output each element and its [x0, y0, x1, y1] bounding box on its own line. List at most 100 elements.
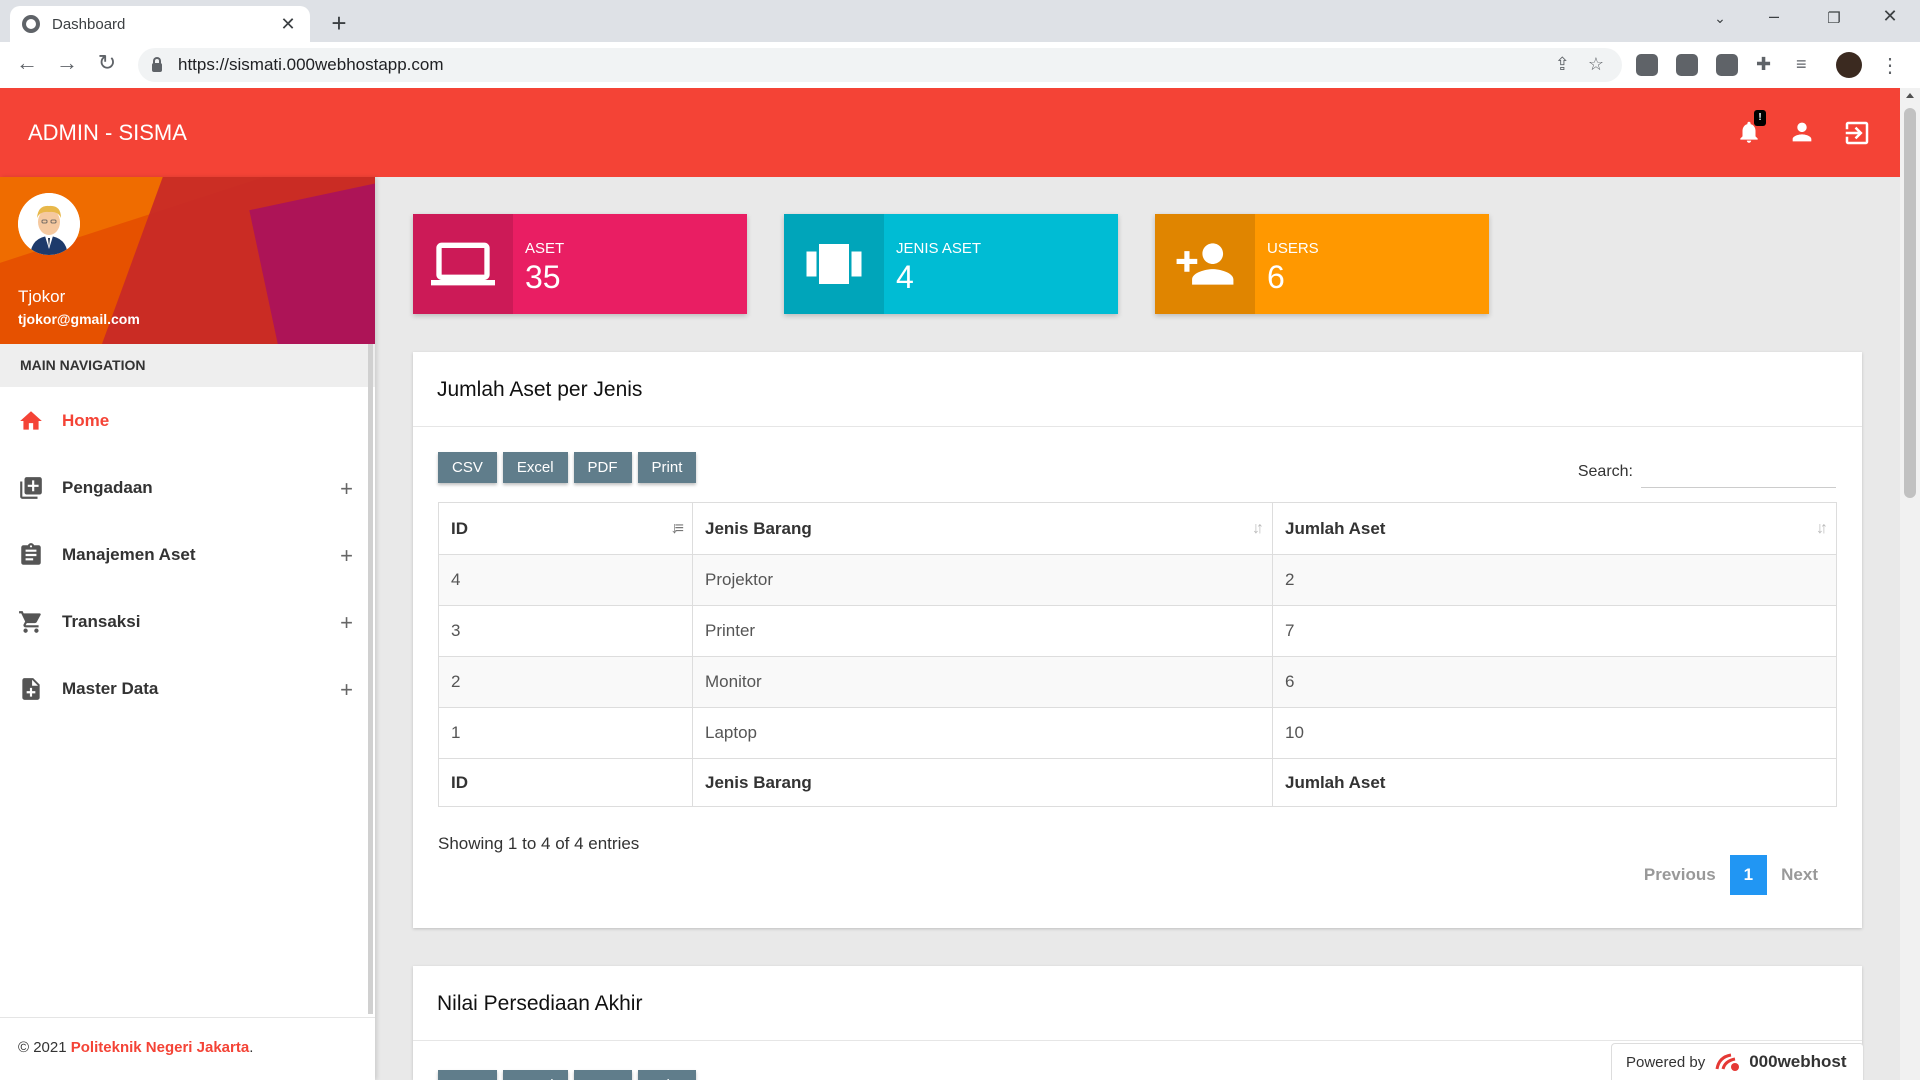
logout-icon[interactable] — [1842, 118, 1870, 146]
sidebar: Tjokor tjokor@gmail.com MAIN NAVIGATION … — [0, 177, 375, 1080]
sidebar-item-label: Transaksi — [62, 611, 141, 631]
view-array-icon — [784, 214, 884, 314]
user-name: Tjokor — [18, 287, 66, 306]
info-box-jenis-aset[interactable]: JENIS ASET 4 — [784, 214, 1118, 314]
info-box-value: 6 — [1267, 259, 1285, 295]
expand-plus-icon[interactable]: + — [340, 677, 353, 703]
address-bar[interactable]: https://sismati.000webhostapp.com ⇪ ☆ — [138, 48, 1622, 82]
watermark-prefix: Powered by — [1626, 1053, 1706, 1071]
back-icon[interactable]: ← — [12, 50, 42, 76]
sidebar-item-pengadaan[interactable]: Pengadaan + — [0, 454, 375, 521]
cart-icon — [19, 610, 41, 633]
scroll-up-arrow[interactable] — [1906, 93, 1914, 98]
footer-org-link[interactable]: Politeknik Negeri Jakarta — [71, 1039, 249, 1056]
excel-button[interactable]: Excel — [502, 1070, 568, 1080]
reload-icon[interactable]: ↻ — [92, 50, 122, 76]
close-window-button[interactable]: ✕ — [1870, 6, 1910, 27]
expand-plus-icon[interactable]: + — [340, 610, 353, 636]
column-header-jumlah-aset[interactable]: Jumlah Aset ↓↑ — [1272, 502, 1837, 555]
search-input[interactable] — [1641, 456, 1836, 488]
user-email: tjokor@gmail.com — [18, 311, 140, 327]
lock-icon — [152, 56, 162, 72]
pdf-button[interactable]: PDF — [573, 452, 632, 483]
cell-jumlah-aset: 2 — [1272, 554, 1837, 606]
page-scrollbar[interactable] — [1900, 88, 1920, 1080]
cell-jenis-barang: Projektor — [692, 554, 1273, 606]
notification-badge: ! — [1754, 110, 1766, 126]
expand-plus-icon[interactable]: + — [340, 543, 353, 569]
info-box-users[interactable]: USERS 6 — [1155, 214, 1489, 314]
info-box-aset[interactable]: ASET 35 — [413, 214, 747, 314]
brand-title[interactable]: ADMIN - SISMA — [28, 120, 187, 146]
bookmark-star-icon[interactable]: ☆ — [1588, 54, 1604, 75]
csv-button[interactable]: CSV — [438, 1070, 497, 1080]
cell-jumlah-aset: 10 — [1272, 707, 1837, 759]
app-header: ADMIN - SISMA ! — [0, 88, 1900, 177]
library-add-icon — [20, 476, 42, 499]
sidebar-item-label: Manajemen Aset — [62, 544, 196, 564]
sidebar-item-manajemen-aset[interactable]: Manajemen Aset + — [0, 521, 375, 588]
share-icon[interactable]: ⇪ — [1555, 54, 1570, 75]
note-add-icon — [22, 677, 40, 700]
footer-header-jenis-barang: Jenis Barang — [692, 758, 1273, 807]
table-row: 1 Laptop 10 — [438, 707, 1837, 759]
extension-icon[interactable] — [1676, 54, 1698, 76]
pagination: Previous 1 Next — [1630, 855, 1832, 895]
pdf-button[interactable]: PDF — [573, 1070, 632, 1080]
notification-bell-icon[interactable]: ! — [1736, 110, 1766, 146]
extension-icon[interactable] — [1636, 54, 1658, 76]
cell-jumlah-aset: 7 — [1272, 605, 1837, 657]
expand-plus-icon[interactable]: + — [340, 476, 353, 502]
menu-kebab-icon[interactable]: ⋮ — [1880, 53, 1900, 78]
page-1-button[interactable]: 1 — [1729, 855, 1768, 895]
info-box-value: 4 — [896, 259, 914, 295]
extension-icon[interactable] — [1716, 54, 1738, 76]
hosting-watermark[interactable]: Powered by 000webhost — [1611, 1043, 1864, 1080]
card-title: Jumlah Aset per Jenis — [413, 352, 1862, 427]
new-tab-button[interactable]: + — [325, 8, 353, 39]
column-header-jenis-barang[interactable]: Jenis Barang ↓↑ — [692, 502, 1273, 555]
info-box-label: ASET — [525, 240, 565, 257]
print-button[interactable]: Print — [637, 1070, 697, 1080]
data-table: ID ↓≡ Jenis Barang ↓↑ Jumlah Aset ↓↑ 4 Proj… — [438, 502, 1837, 807]
asset-per-type-card: Jumlah Aset per Jenis CSV Excel PDF Prin… — [413, 352, 1862, 928]
browser-tab[interactable]: Dashboard ✕ — [10, 6, 310, 42]
restore-button[interactable]: ❐ — [1814, 9, 1854, 27]
table-row: 2 Monitor 6 — [438, 656, 1837, 708]
forward-icon[interactable]: → — [52, 50, 82, 76]
column-header-id[interactable]: ID ↓≡ — [438, 502, 693, 555]
sidebar-item-home[interactable]: Home — [0, 387, 375, 454]
close-tab-icon[interactable]: ✕ — [278, 14, 298, 35]
info-box-label: JENIS ASET — [896, 240, 982, 257]
sidebar-footer: © 2021 Politeknik Negeri Jakarta. — [0, 1017, 375, 1080]
home-icon — [20, 410, 42, 430]
next-page-button[interactable]: Next — [1767, 855, 1832, 895]
assignment-icon — [21, 542, 41, 565]
tab-title: Dashboard — [52, 15, 126, 33]
footer-suffix: . — [249, 1039, 254, 1056]
profile-avatar[interactable] — [1836, 52, 1862, 78]
sidebar-item-transaksi[interactable]: Transaksi + — [0, 588, 375, 655]
sort-icon: ↓↑ — [1252, 520, 1264, 537]
excel-button[interactable]: Excel — [502, 452, 568, 483]
user-avatar[interactable] — [18, 193, 80, 255]
sidebar-item-label: Home — [62, 410, 110, 430]
webhost-logo-icon — [1715, 1053, 1740, 1071]
sidebar-scrollbar[interactable] — [368, 344, 373, 1014]
cell-jenis-barang: Monitor — [692, 656, 1273, 708]
puzzle-icon[interactable]: ✚ — [1756, 54, 1778, 76]
cell-id: 4 — [438, 554, 693, 606]
account-icon[interactable] — [1788, 118, 1816, 146]
table-row: 4 Projektor 2 — [438, 554, 1837, 606]
tab-search-icon[interactable]: ⌄ — [1700, 10, 1740, 27]
minimize-button[interactable]: – — [1754, 6, 1794, 27]
watermark-brand: 000webhost — [1749, 1052, 1847, 1071]
search-label: Search: — [1577, 463, 1633, 480]
media-icon[interactable]: ≡ — [1796, 54, 1818, 76]
cell-id: 2 — [438, 656, 693, 708]
print-button[interactable]: Print — [637, 452, 697, 483]
sidebar-item-master-data[interactable]: Master Data + — [0, 655, 375, 722]
scrollbar-thumb[interactable] — [1904, 108, 1916, 498]
previous-page-button[interactable]: Previous — [1630, 855, 1730, 895]
csv-button[interactable]: CSV — [438, 452, 497, 483]
